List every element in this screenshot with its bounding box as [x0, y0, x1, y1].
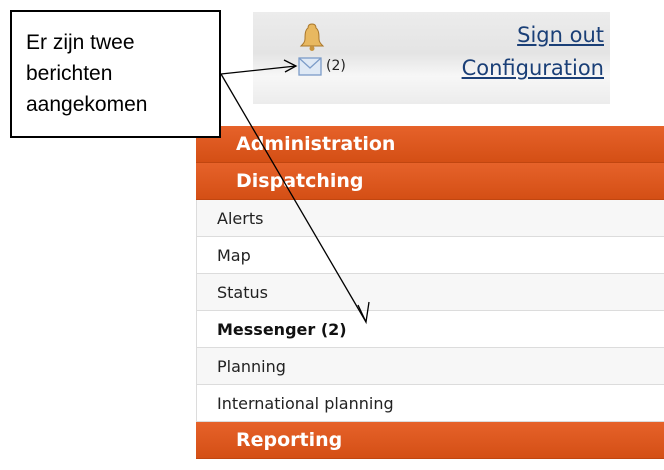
menu-item-map[interactable]: Map	[197, 237, 664, 274]
message-count: (2)	[326, 58, 346, 74]
menu-item-status[interactable]: Status	[197, 274, 664, 311]
menu-section-reporting[interactable]: Reporting	[196, 422, 664, 459]
menu-item-messenger[interactable]: Messenger (2)	[197, 311, 664, 348]
menu-item-alerts[interactable]: Alerts	[197, 200, 664, 237]
sign-out-link[interactable]: Sign out	[517, 23, 604, 47]
menu-section-dispatching[interactable]: Dispatching	[196, 163, 664, 200]
callout-text: Er zijn twee berichten aangekomen	[26, 31, 148, 116]
bell-icon[interactable]	[298, 22, 326, 52]
menu-section-administration[interactable]: Administration	[196, 126, 664, 163]
dispatching-items: Alerts Map Status Messenger (2) Planning…	[196, 200, 664, 422]
navigation-menu: Administration Dispatching Alerts Map St…	[196, 126, 664, 459]
annotation-callout: Er zijn twee berichten aangekomen	[10, 10, 221, 138]
menu-item-planning[interactable]: Planning	[197, 348, 664, 385]
menu-item-international-planning[interactable]: International planning	[197, 385, 664, 422]
envelope-icon[interactable]	[298, 57, 322, 76]
configuration-link[interactable]: Configuration	[462, 56, 604, 80]
